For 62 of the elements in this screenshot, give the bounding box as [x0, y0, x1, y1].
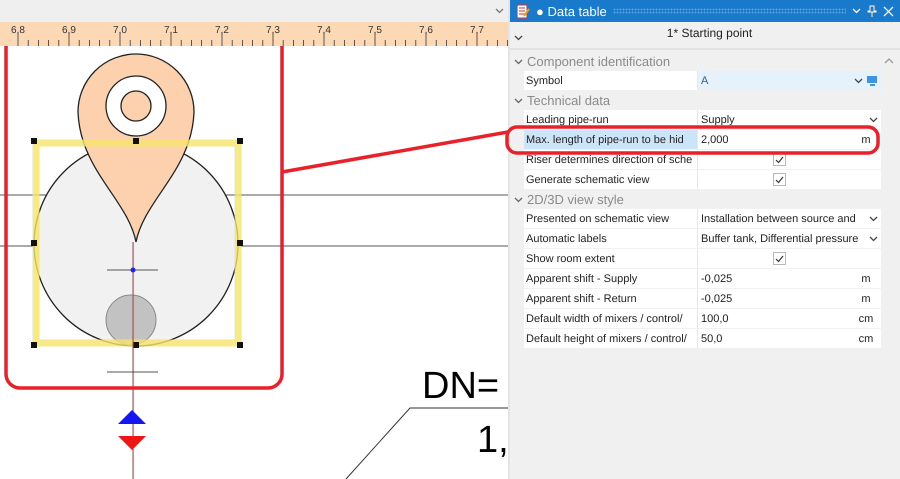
ruler-label: 6,9: [62, 25, 76, 36]
up-arrow-icon: [118, 410, 146, 424]
dimension-label: DN=: [422, 365, 500, 407]
dropdown-caret-icon[interactable]: [854, 78, 863, 84]
property-name[interactable]: Symbol: [524, 71, 698, 90]
selection-frame[interactable]: [32, 140, 242, 346]
collapse-caret-icon[interactable]: [495, 8, 504, 14]
dropdown-field[interactable]: Buffer tank, Differential pressure: [698, 229, 881, 248]
value-field[interactable]: 100,0 cm: [698, 309, 881, 328]
value-field[interactable]: 2,000 m: [698, 130, 881, 149]
dropdown-caret-icon[interactable]: [869, 116, 878, 122]
table-icon: [516, 4, 530, 18]
ruler-label: 7,5: [368, 25, 382, 36]
property-name[interactable]: Default width of mixers / control/: [524, 309, 698, 328]
property-name[interactable]: Generate schematic view: [524, 170, 698, 189]
ruler-label: 7,6: [419, 25, 433, 36]
value-field[interactable]: A: [698, 71, 881, 90]
unit-label: m: [860, 272, 872, 284]
unit-label: m: [860, 292, 872, 304]
value-field[interactable]: -0,025 m: [698, 269, 881, 288]
selection-handle[interactable]: [31, 342, 37, 348]
dropdown-caret-icon[interactable]: [869, 216, 878, 222]
dimension-value: 1,: [477, 419, 508, 461]
property-name[interactable]: Apparent shift - Return: [524, 289, 698, 308]
down-arrow-icon: [118, 436, 146, 450]
unit-label: m: [860, 134, 872, 146]
dropdown-field[interactable]: Installation between source and: [698, 209, 881, 228]
selection-handle[interactable]: [133, 138, 139, 144]
selection-handle[interactable]: [31, 240, 37, 246]
selection-handle[interactable]: [31, 138, 37, 144]
close-icon[interactable]: [883, 6, 894, 16]
unit-label: cm: [858, 312, 874, 324]
checkbox[interactable]: [773, 173, 786, 186]
value-field[interactable]: 50,0 cm: [698, 329, 881, 348]
selection-handle[interactable]: [237, 138, 243, 144]
anchor-point[interactable]: [130, 268, 136, 272]
property-name[interactable]: Automatic labels: [524, 229, 698, 248]
pin-icon[interactable]: [867, 5, 877, 17]
ruler-label: 6,8: [11, 25, 25, 36]
ruler-label: 7,2: [215, 25, 229, 36]
ruler-label: 7,0: [113, 25, 127, 36]
property-name[interactable]: Apparent shift - Supply: [524, 269, 698, 288]
expand-caret-icon[interactable]: [514, 196, 523, 202]
collapse-caret-icon[interactable]: [514, 35, 523, 41]
ruler-label: 7,4: [317, 25, 331, 36]
selection-handle[interactable]: [237, 342, 243, 348]
property-name[interactable]: Max. length of pipe-run to be hid: [524, 130, 698, 149]
value-field[interactable]: -0,025 m: [698, 289, 881, 308]
property-name[interactable]: Show room extent: [524, 249, 698, 268]
dropdown-caret-icon[interactable]: [869, 236, 878, 242]
expand-caret-icon[interactable]: [514, 98, 523, 104]
ruler-label: 7,3: [266, 25, 280, 36]
unit-label: cm: [858, 332, 874, 344]
property-name[interactable]: Default height of mixers / control/: [524, 329, 698, 348]
expand-caret-icon[interactable]: [514, 58, 523, 64]
checkbox[interactable]: [773, 252, 786, 265]
ruler-label: 7,1: [164, 25, 178, 36]
ruler-label: 7,7: [470, 25, 484, 36]
component-title: 1* Starting point: [666, 26, 754, 40]
property-name[interactable]: Presented on schematic view: [524, 209, 698, 228]
selection-handle[interactable]: [237, 240, 243, 246]
panel-title: ● Data table: [536, 4, 607, 18]
